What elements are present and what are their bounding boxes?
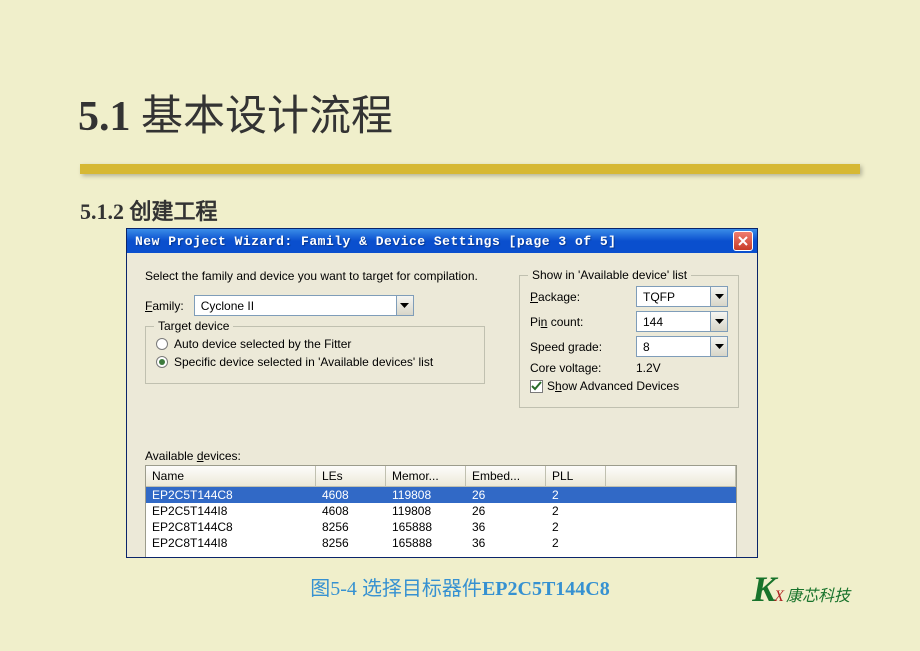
slide: 5.1 基本设计流程 5.1.2 创建工程 New Project Wizard… (0, 0, 920, 651)
radio-auto[interactable] (156, 338, 168, 350)
pin-count-value: 144 (643, 315, 663, 329)
logo-k: K (752, 571, 776, 607)
speed-grade-label: Speed grade: (530, 340, 602, 354)
table-cell: 165888 (386, 535, 466, 551)
radio-specific[interactable] (156, 356, 168, 368)
table-cell: 119808 (386, 487, 466, 503)
package-row: Package: TQFP (530, 286, 728, 307)
family-combo[interactable]: Cyclone II (194, 295, 414, 316)
show-advanced-row[interactable]: Show Advanced Devices (530, 379, 728, 393)
logo-x: X (774, 588, 784, 606)
table-cell: 4608 (316, 503, 386, 519)
available-devices-label: Available devices: (145, 449, 241, 463)
heading-number: 5.1 (78, 94, 131, 140)
speed-grade-row: Speed grade: 8 (530, 336, 728, 357)
target-device-legend: Target device (154, 319, 233, 333)
table-cell: 2 (546, 535, 606, 551)
radio-specific-row[interactable]: Specific device selected in 'Available d… (156, 355, 474, 369)
close-icon (738, 236, 748, 246)
slide-subheading: 5.1.2 创建工程 (80, 194, 218, 226)
company-logo: K X 康芯科技 (752, 571, 850, 607)
speed-grade-value: 8 (643, 340, 650, 354)
grid-header: Name LEs Memor... Embed... PLL (146, 466, 736, 487)
package-value: TQFP (643, 290, 675, 304)
table-cell: 2 (546, 503, 606, 519)
table-cell: 8256 (316, 535, 386, 551)
chevron-down-icon (396, 296, 413, 315)
table-cell: 26 (466, 487, 546, 503)
table-row[interactable]: EP2C5T144C84608119808262 (146, 487, 736, 503)
radio-auto-label: Auto device selected by the Fitter (174, 337, 351, 351)
table-cell: EP2C5T144I8 (146, 503, 316, 519)
family-label: Family: (145, 299, 184, 313)
col-spare[interactable] (606, 466, 736, 486)
dialog-body: Select the family and device you want to… (127, 253, 757, 557)
speed-grade-combo[interactable]: 8 (636, 336, 728, 357)
table-cell: EP2C8T144I8 (146, 535, 316, 551)
check-icon (531, 381, 542, 392)
table-row[interactable]: EP2C5T144I84608119808262 (146, 503, 736, 519)
grid-body: EP2C5T144C84608119808262EP2C5T144I846081… (146, 487, 736, 558)
col-embedded[interactable]: Embed... (466, 466, 546, 486)
left-area: Family: Cyclone II Target device Auto de… (145, 295, 485, 384)
family-value: Cyclone II (201, 299, 254, 313)
pin-count-row: Pin count: 144 (530, 311, 728, 332)
subheading-number: 5.1.2 (80, 199, 124, 224)
close-button[interactable] (733, 231, 753, 251)
pin-count-label: Pin count: (530, 315, 583, 329)
heading-text: 基本设计流程 (141, 94, 393, 140)
family-row: Family: Cyclone II (145, 295, 485, 316)
col-les[interactable]: LEs (316, 466, 386, 486)
package-label: Package: (530, 290, 580, 304)
pin-count-combo[interactable]: 144 (636, 311, 728, 332)
table-cell: 4608 (316, 487, 386, 503)
col-name[interactable]: Name (146, 466, 316, 486)
logo-text: 康芯科技 (786, 582, 850, 606)
core-voltage-value: 1.2V (636, 361, 728, 375)
col-pll[interactable]: PLL (546, 466, 606, 486)
dialog-titlebar[interactable]: New Project Wizard: Family & Device Sett… (127, 229, 757, 253)
table-cell: EP2C8T144C8 (146, 519, 316, 535)
table-cell: 2 (546, 519, 606, 535)
available-devices-grid[interactable]: Name LEs Memor... Embed... PLL EP2C5T144… (145, 465, 737, 558)
table-cell: 119808 (386, 503, 466, 519)
package-combo[interactable]: TQFP (636, 286, 728, 307)
subheading-text: 创建工程 (130, 199, 218, 224)
table-cell: 36 (466, 535, 546, 551)
radio-auto-row[interactable]: Auto device selected by the Fitter (156, 337, 474, 351)
show-advanced-checkbox[interactable] (530, 380, 543, 393)
show-advanced-label: Show Advanced Devices (547, 379, 679, 393)
core-voltage-label: Core voltage: (530, 361, 601, 375)
col-memory[interactable]: Memor... (386, 466, 466, 486)
table-cell: EP2C5T144C8 (146, 487, 316, 503)
core-voltage-row: Core voltage: 1.2V (530, 361, 728, 375)
show-in-list-legend: Show in 'Available device' list (528, 268, 691, 282)
chevron-down-icon (710, 287, 727, 306)
table-row[interactable]: EP2C8T144C88256165888362 (146, 519, 736, 535)
slide-heading: 5.1 基本设计流程 (78, 82, 393, 143)
target-device-group: Target device Auto device selected by th… (145, 326, 485, 384)
table-cell: 36 (466, 519, 546, 535)
chevron-down-icon (710, 312, 727, 331)
table-cell: 2 (546, 487, 606, 503)
table-cell: 165888 (386, 519, 466, 535)
divider (80, 164, 860, 174)
table-row[interactable]: EP2C8T144I88256165888362 (146, 535, 736, 551)
dialog-title: New Project Wizard: Family & Device Sett… (135, 234, 616, 249)
table-cell: 26 (466, 503, 546, 519)
radio-specific-label: Specific device selected in 'Available d… (174, 355, 433, 369)
show-in-list-group: Show in 'Available device' list Package:… (519, 275, 739, 408)
chevron-down-icon (710, 337, 727, 356)
new-project-wizard-dialog: New Project Wizard: Family & Device Sett… (126, 228, 758, 558)
table-cell: 8256 (316, 519, 386, 535)
